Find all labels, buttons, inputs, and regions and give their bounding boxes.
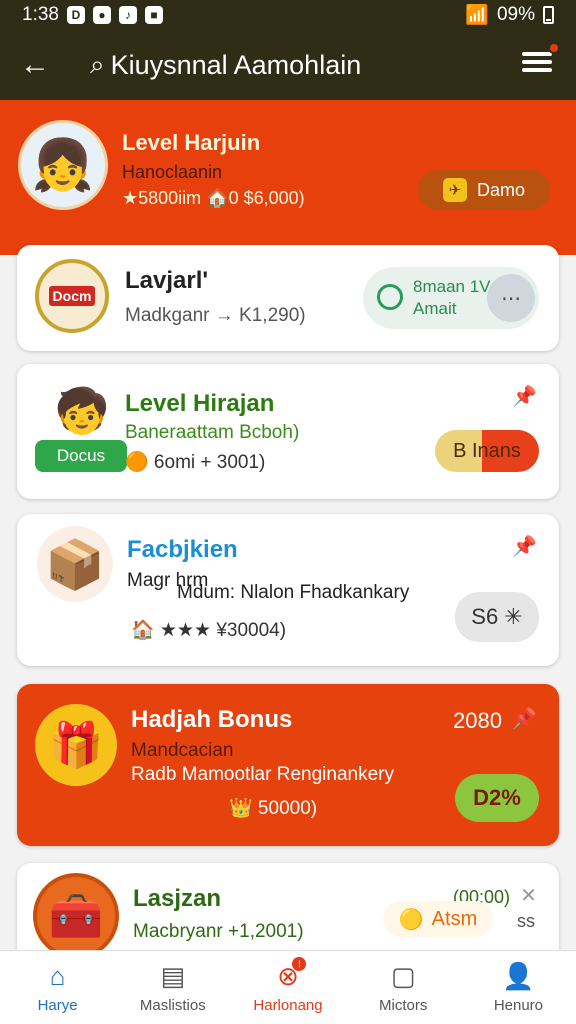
hero-title: Level Harjuin (122, 130, 261, 155)
menu-icon-line (522, 60, 552, 64)
character-icon: 🧒 (54, 387, 110, 436)
brand-logo-icon: Docm (35, 259, 109, 333)
hero-action-button[interactable]: ✈ Damo (418, 170, 550, 210)
extra-text: ss (517, 911, 535, 931)
claim-button[interactable]: B Inans (435, 430, 539, 472)
card-subtitle: Mandcacian (131, 740, 234, 761)
notification-icon: ● (92, 6, 111, 24)
pin-icon[interactable]: 📌 (512, 384, 537, 409)
circle-icon (377, 284, 403, 310)
status-pill[interactable]: 8maan 1V Amait ⋯ (363, 267, 539, 329)
notification-dot (548, 42, 560, 54)
more-options-button[interactable]: ⋯ (487, 274, 535, 322)
list-item[interactable]: 📦 Facbjkien Magr hrm Mdum: Nlalon Fhadka… (17, 514, 559, 666)
card-stats: 🟠 6omi + 3001) (125, 452, 266, 473)
nav-item-messages[interactable]: ▢ Mictors (346, 951, 461, 1024)
coin-icon: 🟡 (398, 908, 424, 931)
multiplier-button[interactable]: S6 ✳ (455, 592, 539, 642)
arrow-left-icon: ← (20, 48, 50, 81)
nav-label: Mictors (379, 997, 428, 1014)
card-title: Lasjzan (133, 885, 222, 912)
card-title: Facbjkien (127, 536, 238, 563)
multiplier-label: S6 ✳ (471, 604, 523, 629)
menu-button[interactable] (522, 42, 560, 78)
bottom-navigation: ⌂ Harye ▤ Maslistios ⊗ ! Harlonang ▢ Mic… (0, 950, 576, 1024)
nav-label: Maslistios (139, 997, 206, 1014)
status-time: 1:38 (22, 4, 59, 25)
ticket-icon: ✈ (442, 178, 467, 202)
bonus-amount: 2080 (453, 708, 502, 733)
card-line: Radb Mamootlar Renginankery (131, 764, 394, 785)
card-subtitle: Madkganr → K1,290) (125, 305, 306, 326)
crate-icon: 🧰 (33, 873, 119, 959)
avatar[interactable]: 👧 (18, 120, 108, 210)
nav-item-home[interactable]: ⌂ Harye (0, 951, 115, 1024)
treasure-chest-icon: 📦 (37, 526, 113, 602)
user-icon: 👤 (502, 961, 535, 991)
back-button[interactable]: ← (0, 30, 70, 100)
notification-badge: ! (292, 957, 307, 971)
status-badge: Docus (35, 440, 127, 472)
status-bar: 1:38 D ● ♪ ■ 📶 09% (0, 0, 576, 30)
home-icon: ⌂ (49, 961, 66, 991)
card-title: Lavjarl' (125, 267, 209, 294)
pin-icon[interactable]: 📌 (512, 706, 537, 731)
card-stats: 👑 50000) (229, 798, 318, 819)
discount-label: D2% (473, 785, 521, 810)
card-title: Hadjah Bonus (131, 706, 293, 733)
chart-icon: ▤ (160, 961, 186, 991)
app-title: Kiuysnnal Aamohlain (110, 49, 362, 80)
reward-pill[interactable]: 🟡 Atsm (383, 901, 493, 937)
message-icon: ▢ (390, 961, 416, 991)
list-item[interactable]: Docm Lavjarl' Madkganr → K1,290) 8maan 1… (17, 245, 559, 351)
notification-icon: ♪ (118, 6, 137, 24)
claim-button-label: B Inans (453, 439, 521, 462)
menu-icon-line (522, 52, 552, 56)
nav-item-center[interactable]: ⊗ ! Harlonang (230, 951, 345, 1024)
app-bar: ← ⌕ Kiuysnnal Aamohlain (0, 30, 576, 100)
hero-subtitle: Hanoclaanin (122, 162, 223, 182)
card-stats: 🏠 ★★★ ¥30004) (131, 620, 287, 641)
close-icon[interactable]: ✕ (520, 883, 537, 908)
logo-text: Docm (48, 286, 96, 306)
nav-item-profile[interactable]: 👤 Henuro (461, 951, 576, 1024)
nav-label: Harye (37, 997, 78, 1014)
discount-button[interactable]: D2% (455, 774, 539, 822)
hero-stats: ★5800iim 🏠0 $6,000) (122, 188, 305, 208)
battery-percent: 09% (496, 4, 535, 25)
nav-label: Harlonang (253, 997, 323, 1014)
card-subtitle: Baneraattam Bcboh) (125, 422, 300, 443)
menu-icon-line (522, 68, 552, 72)
card-line: Mdum: Nlalon Fhadkankary (177, 582, 410, 603)
card-title: Level Hirajan (125, 390, 275, 417)
notification-icon: ■ (144, 6, 163, 24)
nav-label: Henuro (493, 997, 544, 1014)
nav-item-statistics[interactable]: ▤ Maslistios (115, 951, 230, 1024)
search-icon[interactable]: ⌕ (90, 49, 105, 81)
status-line-1: 8maan 1V (413, 277, 491, 296)
list-item[interactable]: 🧒 Docus Level Hirajan Baneraattam Bcboh)… (17, 364, 559, 499)
list-item[interactable]: 🎁 Hadjah Bonus 2080 📌 Mandcacian Radb Ma… (17, 684, 559, 846)
pin-icon[interactable]: 📌 (512, 534, 537, 559)
gift-box-icon: 🎁 (35, 704, 117, 786)
battery-icon (543, 6, 554, 24)
notification-icon: D (66, 6, 85, 24)
reward-label: Atsm (431, 907, 478, 930)
status-line-2: Amait (413, 299, 457, 318)
wifi-icon: 📶 (465, 5, 489, 26)
hero-button-label: Damo (476, 179, 525, 200)
card-subtitle: Macbryanr +1,2001) (133, 921, 304, 942)
